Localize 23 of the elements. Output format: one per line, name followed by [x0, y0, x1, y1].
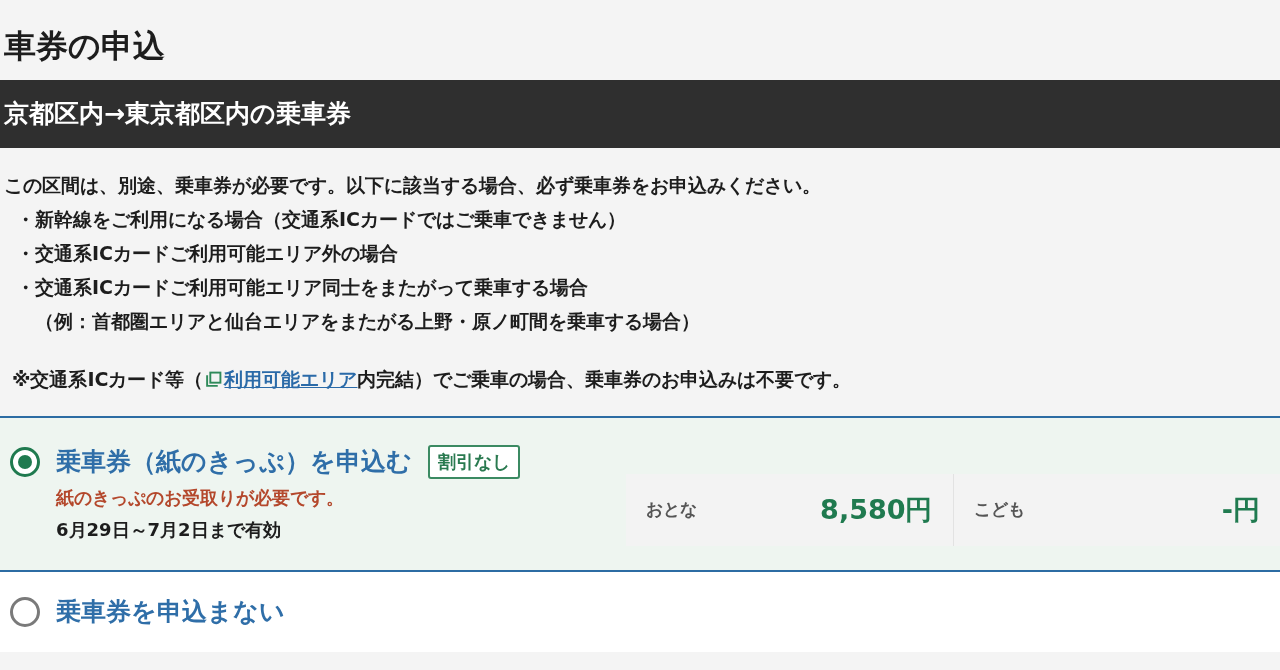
ticket-option-card[interactable]: 乗車券（紙のきっぷ）を申込む 割引なし 紙のきっぷのお受取りが必要です。 6月29日～7月2日まで有効 おとな 8,580円 こども -円: [0, 416, 1280, 572]
page-title: 車券の申込: [3, 26, 166, 67]
fare-amount: 8,580円: [820, 492, 933, 527]
discount-badge: 割引なし: [428, 445, 520, 479]
fare-label: こども: [973, 498, 1025, 522]
condition-text: ・交通系ICカードご利用可能エリア同士をまたがって乗車する場合: [16, 275, 589, 300]
fare-amount: -円: [1221, 492, 1260, 527]
condition-text: ・新幹線をご利用になる場合（交通系ICカードではご乗車できません）: [16, 207, 627, 232]
option-label: 乗車券（紙のきっぷ）を申込む: [56, 446, 412, 478]
example-text: （例：首都圏エリアと仙台エリアをまたがる上野・原ノ町間を乗車する場合）: [34, 309, 701, 334]
ticket-option-card[interactable]: 乗車券を申込まない: [0, 572, 1280, 652]
external-link-icon: [205, 371, 223, 388]
section-heading: 京都区内→東京都区内の乗車券: [4, 98, 351, 131]
condition-text: ・交通系ICカードご利用可能エリア外の場合: [16, 241, 399, 266]
radio-button[interactable]: [10, 597, 40, 627]
validity-text: 6月29日～7月2日まで有効: [55, 518, 282, 542]
radio-button[interactable]: [10, 447, 40, 477]
fare-label: おとな: [646, 498, 697, 522]
intro-text: この区間は、別途、乗車券が必要です。以下に該当する場合、必ず乗車券をお申込みください。: [4, 173, 822, 198]
usable-area-link[interactable]: 利用可能エリア: [224, 368, 358, 390]
option-label: 乗車券を申込まない: [56, 596, 285, 628]
pickup-notice: 紙のきっぷのお受取りが必要です。: [54, 486, 345, 510]
ic-card-note: ※交通系ICカード等（ 利用可能エリア内完結）でご乗車の場合、乗車券のお申込みは不要です。: [11, 367, 853, 392]
